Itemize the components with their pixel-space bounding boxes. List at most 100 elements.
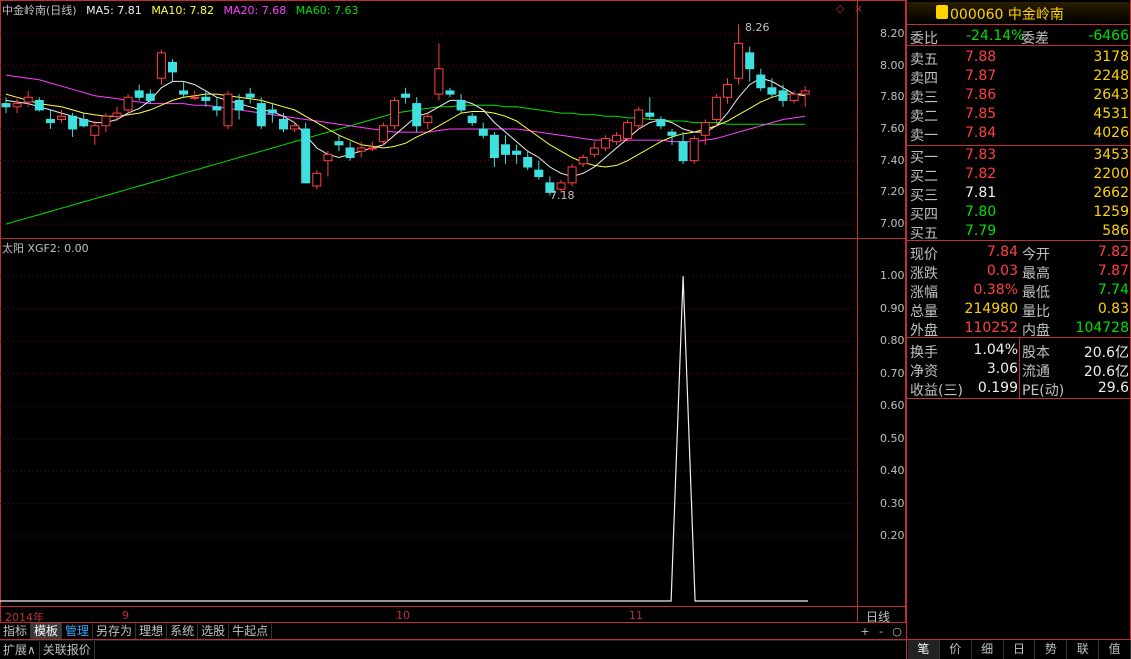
price-tick: 8.00 (880, 58, 905, 72)
tab-stock-pick[interactable]: 选股 (198, 623, 230, 639)
candle-body (623, 122, 633, 139)
tab-system[interactable]: 系统 (167, 623, 199, 639)
tab-trend[interactable]: 势 (1035, 640, 1068, 659)
candle-body (645, 112, 655, 117)
book-price: 7.79 (965, 223, 997, 239)
candle-body (23, 96, 33, 103)
candle-body (489, 134, 499, 158)
zoom-in-button[interactable]: + (857, 625, 873, 638)
stats-value-left: 0.38% (973, 282, 1018, 298)
order-book-row: 卖五 7.88 3178 (909, 48, 1131, 68)
tab-indicator[interactable]: 指标 (0, 623, 32, 639)
candle-body (201, 96, 211, 101)
candle-body (168, 61, 177, 73)
candle-body (401, 93, 411, 98)
order-book-row: 买一 7.83 3453 (909, 146, 1131, 166)
candle-body (34, 99, 44, 111)
indicator-tick: 0.50 (880, 431, 905, 445)
candle-body (290, 125, 300, 130)
candle-body (589, 147, 599, 155)
candle-body (700, 122, 710, 136)
tab-template[interactable]: 模板 (31, 623, 63, 639)
tab-niu-qidian[interactable]: 牛起点 (229, 623, 273, 639)
stats-row: 外盘 110252 内盘 104728 (909, 319, 1131, 339)
price-tick: 8.20 (880, 26, 905, 40)
stats-label-left: 外盘 (910, 323, 938, 339)
book-level-label: 买一 (910, 150, 938, 166)
fund-value-right: 20.6亿 (1083, 345, 1129, 361)
date-month-9: 9 (122, 609, 129, 622)
indicator-tabbar: 指标 模板 管理 另存为 理想 系统 选股 牛起点 (0, 623, 275, 640)
candle-body (789, 93, 799, 101)
book-price: 7.82 (965, 166, 997, 182)
indicator-tick: 0.40 (880, 464, 905, 478)
expand-button[interactable]: 扩展∧ (0, 641, 40, 659)
candle-body (134, 90, 144, 98)
related-quotes-button[interactable]: 关联报价 (40, 641, 95, 659)
ma60-label: MA60: 7.63 (295, 4, 359, 17)
candle-body (179, 90, 189, 95)
period-label[interactable]: 日线 (866, 608, 890, 625)
candle-body (734, 42, 744, 79)
book-volume: 586 (1102, 223, 1129, 239)
candle-body (678, 141, 688, 162)
candle-body (778, 90, 788, 101)
candle-body (112, 112, 122, 117)
stats-value-left: 7.84 (986, 244, 1018, 260)
candle-body (101, 115, 111, 127)
tab-detail[interactable]: 细 (972, 640, 1004, 659)
stats-label-right: 今开 (1022, 247, 1050, 263)
reset-button[interactable]: ○ (889, 625, 905, 638)
book-level-label: 卖四 (910, 71, 938, 87)
stats-value-right: 7.87 (1097, 263, 1129, 279)
fund-row: 换手 1.04% 股本 20.6亿 (909, 341, 1131, 361)
candle-body (12, 103, 22, 108)
fund-label-right: 流通 (1022, 364, 1050, 380)
indicator-title: 太阳 XGF2: 0.00 (2, 242, 89, 255)
candle-body (756, 74, 766, 89)
book-price: 7.80 (965, 204, 997, 220)
restore-icon[interactable]: ◇ (836, 2, 844, 15)
ma5-label: MA5: 7.81 (86, 4, 142, 17)
tab-daily[interactable]: 日 (1004, 640, 1036, 659)
ma60-line (5, 104, 806, 225)
zoom-out-button[interactable]: - (873, 625, 889, 638)
weibi-row: 委比 -24.14% 委差 -6466 (909, 27, 1131, 47)
ma-legend: 中金岭南(日线) MA5: 7.81 MA10: 7.82 MA20: 7.68… (2, 2, 364, 18)
candle-body (800, 90, 810, 95)
book-volume: 2643 (1093, 87, 1129, 103)
indicator-tick: 1.00 (880, 269, 905, 283)
tab-ticks[interactable]: 笔 (908, 640, 940, 659)
candle-body (534, 169, 544, 178)
close-icon[interactable]: × (854, 2, 863, 15)
weibi-value: -24.14% (966, 28, 1025, 44)
stats-value-right: 104728 (1075, 320, 1129, 336)
stats-row: 涨跌 0.03 最高 7.87 (909, 262, 1131, 282)
zoom-controls: + - ○ (857, 625, 905, 638)
book-level-label: 卖五 (910, 52, 938, 68)
stats-label-right: 最低 (1022, 285, 1050, 301)
tab-value[interactable]: 值 (1099, 640, 1131, 659)
stock-title: 中金岭南(日线) (2, 4, 77, 17)
tab-manage[interactable]: 管理 (62, 623, 94, 639)
tab-price[interactable]: 价 (940, 640, 972, 659)
candle-body (767, 87, 777, 95)
tab-save-as[interactable]: 另存为 (93, 623, 137, 639)
stats-label-left: 涨跌 (910, 266, 938, 282)
tab-linked[interactable]: 联 (1067, 640, 1100, 659)
stats-row: 涨幅 0.38% 最低 7.74 (909, 281, 1131, 301)
price-tick: 7.60 (880, 121, 905, 135)
candle-body (367, 147, 377, 150)
fund-label-left: 收益(三) (910, 383, 963, 399)
tab-ideal[interactable]: 理想 (136, 623, 168, 639)
candle-body (57, 115, 66, 120)
window-buttons: ◇ × (830, 2, 863, 15)
candle-body (356, 147, 366, 152)
candle-body (523, 156, 533, 168)
candle-body (279, 118, 288, 130)
book-level-label: 买五 (910, 226, 938, 242)
stats-value-right: 7.82 (1097, 244, 1129, 260)
candle-body (256, 103, 266, 127)
candle-body (234, 99, 244, 111)
book-price: 7.85 (965, 106, 997, 122)
